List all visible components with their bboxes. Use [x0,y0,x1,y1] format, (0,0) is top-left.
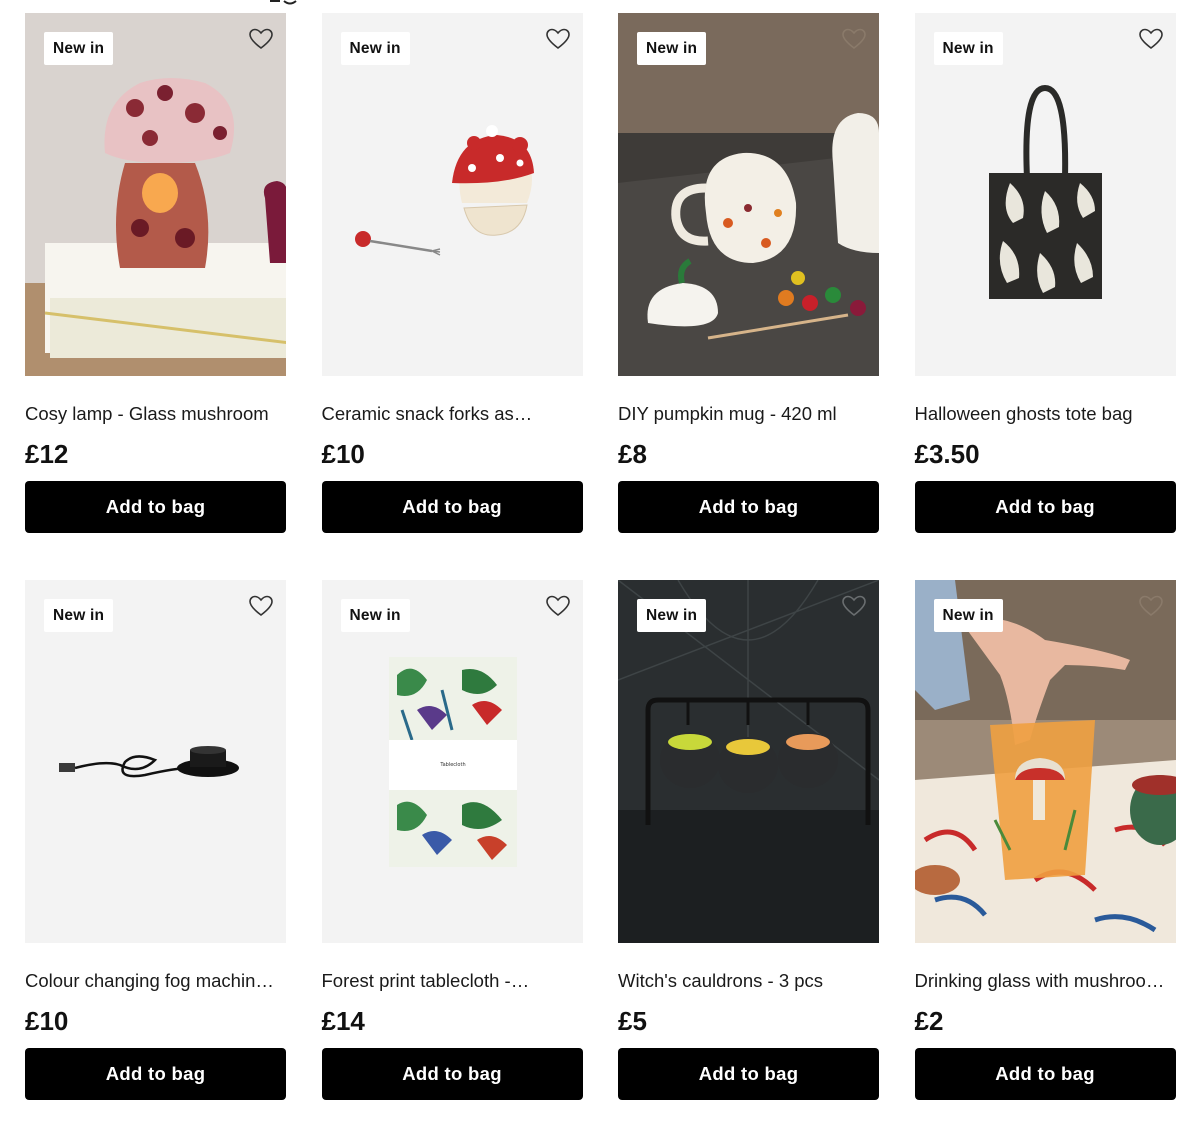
new-in-badge: New in [637,599,707,632]
heart-outline-icon[interactable] [841,27,867,51]
add-to-bag-button[interactable]: Add to bag [914,481,1176,533]
product-price: £12 [25,439,69,469]
product-name[interactable]: Cosy lamp - Glass mushroom [25,403,283,425]
new-in-badge: New in [340,599,410,632]
add-to-bag-button[interactable]: Add to bag [25,1048,286,1100]
product-image-link[interactable]: New in [914,13,1176,376]
product-image-link[interactable]: New in [914,580,1176,943]
product-card: New in Halloween ghosts tote bag £3.50 A… [914,13,1176,533]
ghost-tote-bag-photo [914,13,1176,376]
product-image-link[interactable]: New in [321,13,583,376]
product-price: £8 [618,439,647,469]
add-to-bag-button[interactable]: Add to bag [914,1048,1176,1100]
product-price: £10 [25,1006,69,1036]
product-card: New in Cosy lamp - Glass mushroom £12 Ad… [25,13,286,533]
product-image-link[interactable]: New in [25,580,286,943]
heart-outline-icon[interactable] [841,594,867,618]
product-price: £10 [321,439,365,469]
product-name[interactable]: Halloween ghosts tote bag [915,403,1173,425]
svg-text:Tablecloth: Tablecloth [439,762,465,768]
heart-outline-icon[interactable] [545,27,571,51]
product-card: New in Drinking glass with mushroo… £2 A… [914,580,1176,1100]
add-to-bag-button[interactable]: Add to bag [618,481,879,533]
product-image-link[interactable]: New in [618,580,879,943]
new-in-badge: New in [44,32,114,65]
top-partial-icon [268,0,298,6]
product-card: New in DIY pumpkin mug - 420 ml £8 Add t… [618,13,879,533]
product-name[interactable]: Forest print tablecloth -… [322,970,580,992]
add-to-bag-button[interactable]: Add to bag [618,1048,879,1100]
product-image-link[interactable]: New in [618,13,879,376]
product-name[interactable]: Drinking glass with mushroo… [915,970,1173,992]
add-to-bag-button[interactable]: Add to bag [321,481,583,533]
mushroom-glass-photo [914,580,1176,943]
product-name[interactable]: DIY pumpkin mug - 420 ml [618,403,876,425]
heart-outline-icon[interactable] [545,594,571,618]
product-price: £14 [321,1006,365,1036]
product-card: New in Witch's cauldrons - 3 pcs £5 Add … [618,580,879,1100]
new-in-badge: New in [933,599,1003,632]
witch-cauldrons-photo [618,580,879,943]
new-in-badge: New in [933,32,1003,65]
heart-outline-icon[interactable] [1138,594,1164,618]
product-price: £2 [914,1006,944,1036]
heart-outline-icon[interactable] [248,594,274,618]
product-image-link[interactable]: Tablecloth New in [321,580,583,943]
product-price: £5 [618,1006,647,1036]
new-in-badge: New in [340,32,410,65]
product-grid: New in Cosy lamp - Glass mushroom £12 Ad… [25,13,1176,1100]
product-name[interactable]: Ceramic snack forks as… [322,403,580,425]
forest-tablecloth-photo: Tablecloth [321,580,583,943]
heart-outline-icon[interactable] [1138,27,1164,51]
product-card: New in Colour changing fog machin… £10 A… [25,580,286,1100]
new-in-badge: New in [637,32,707,65]
glass-mushroom-lamp-photo [25,13,286,376]
product-price: £3.50 [914,439,980,469]
product-name[interactable]: Colour changing fog machin… [25,970,283,992]
pumpkin-mug-photo [618,13,879,376]
product-card: New in Ceramic snack forks as… £10 Add t… [321,13,583,533]
product-image-link[interactable]: New in [25,13,286,376]
product-name[interactable]: Witch's cauldrons - 3 pcs [618,970,876,992]
mushroom-snack-forks-photo [321,13,583,376]
fog-machine-photo [25,580,286,943]
add-to-bag-button[interactable]: Add to bag [25,481,286,533]
new-in-badge: New in [44,599,114,632]
add-to-bag-button[interactable]: Add to bag [321,1048,583,1100]
product-card: Tablecloth New in Forest print tableclot… [321,580,583,1100]
heart-outline-icon[interactable] [248,27,274,51]
